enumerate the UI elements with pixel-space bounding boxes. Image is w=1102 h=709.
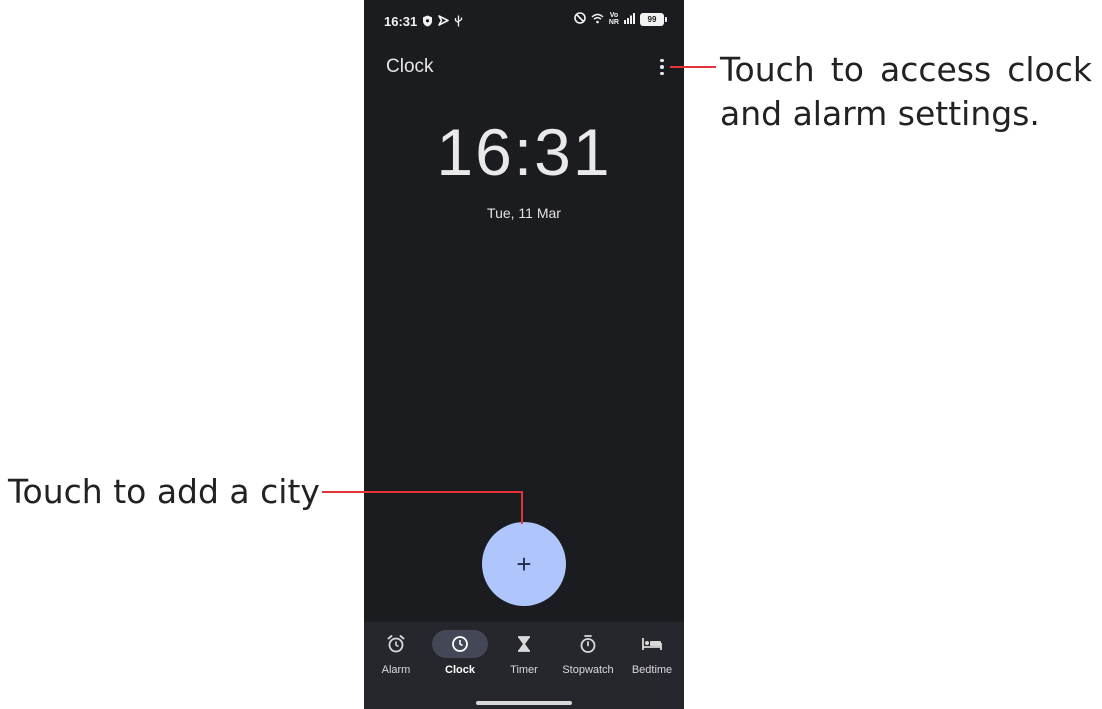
add-city-button[interactable]: + [482,522,566,606]
tab-stopwatch-label: Stopwatch [562,664,614,676]
network-type-label: Vo NR [608,12,619,26]
add-city-callout-text: Touch to add a city [8,472,320,511]
home-indicator[interactable] [476,701,572,705]
settings-callout-line-1: Touch to access clock [720,50,1092,89]
tab-clock-label: Clock [445,664,475,676]
tab-alarm[interactable]: Alarm [364,630,428,676]
tab-bedtime-label: Bedtime [631,664,673,676]
tab-stopwatch[interactable]: Stopwatch [556,630,620,676]
tab-alarm-label: Alarm [381,664,411,676]
alarm-icon [368,630,424,658]
bed-icon [624,630,680,658]
tab-clock[interactable]: Clock [428,630,492,676]
settings-callout-line-2: and alarm settings. [720,94,1040,133]
phone-screen: 16:31 Vo NR 99 Clock 16:31 Tue, 11 Mar +… [364,0,684,709]
tab-bedtime[interactable]: Bedtime [620,630,684,676]
tab-timer-label: Timer [510,664,538,676]
battery-icon: 99 [640,12,667,26]
add-city-callout-horizontal [322,491,523,493]
add-city-callout-vertical [521,491,523,524]
shield-icon [422,15,433,29]
stopwatch-icon [560,630,616,658]
status-left: 16:31 [384,14,463,29]
usb-icon [454,15,463,29]
tab-timer[interactable]: Timer [492,630,556,676]
settings-callout-line [670,66,716,68]
signal-icon [624,12,635,26]
status-right: Vo NR 99 [574,12,667,26]
status-time: 16:31 [384,14,418,29]
current-date: Tue, 11 Mar [487,205,561,221]
bottom-navigation: Alarm Clock Timer Stopwatch Bedtime [364,622,684,709]
app-title: Clock [386,56,434,77]
nfc-icon [574,12,586,26]
settings-callout-text: Touch to access clock and alarm settings… [720,48,1092,136]
current-time: 16:31 [436,115,612,189]
status-bar: 16:31 Vo NR 99 [364,0,684,40]
more-vert-icon[interactable] [656,56,668,78]
hourglass-icon [496,630,552,658]
wifi-icon [591,13,604,26]
clock-icon [432,630,488,658]
cast-icon [438,15,450,28]
